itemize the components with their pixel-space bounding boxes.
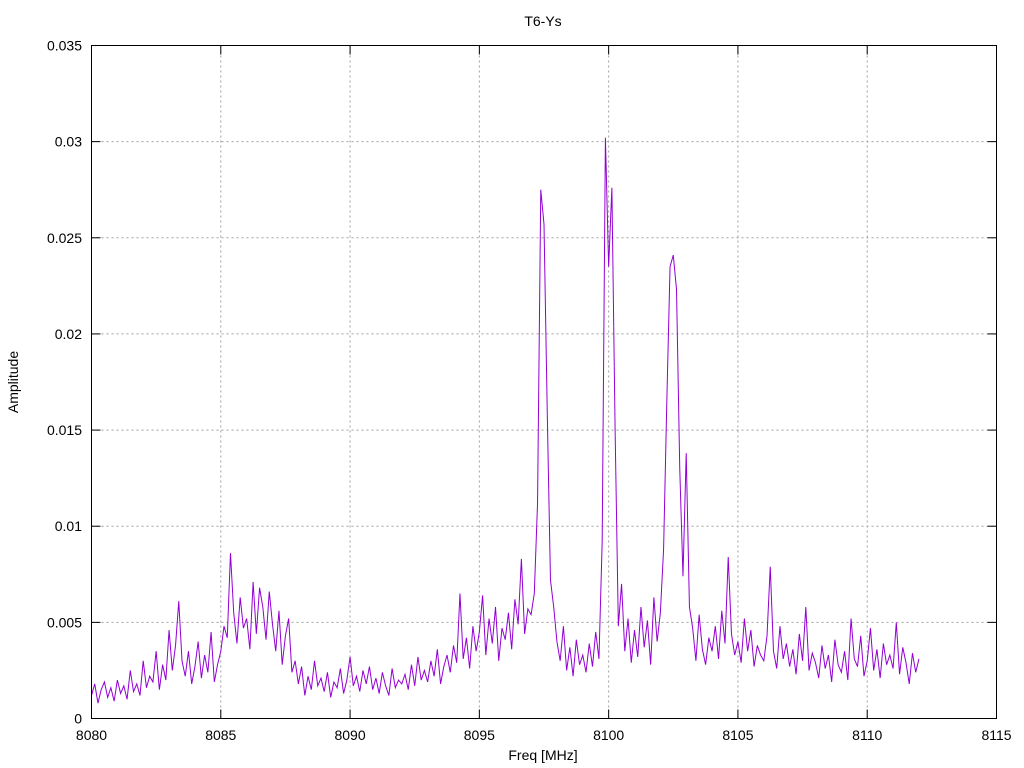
y-tick-label: 0.03 (55, 134, 82, 150)
x-tick-label: 8100 (593, 727, 624, 743)
x-tick-label: 8085 (205, 727, 236, 743)
chart-title: T6-Ys (524, 13, 561, 29)
x-tick-label: 8110 (852, 727, 882, 743)
y-tick-label: 0.025 (47, 230, 82, 246)
x-tick-label: 8095 (464, 727, 495, 743)
y-tick-label: 0.01 (55, 518, 82, 534)
series-line (91, 137, 920, 704)
y-tick-label: 0.035 (47, 38, 82, 54)
x-tick-label: 8115 (981, 727, 1011, 743)
series-group (91, 137, 920, 704)
x-tick-label: 8090 (334, 727, 365, 743)
chart: 8080 8085 8090 8095 8100 8105 8110 8115 0 0.005 0.… (5, 13, 1012, 763)
y-tick-label: 0.015 (47, 422, 82, 438)
x-tick-label: 8080 (76, 727, 107, 743)
y-tick-label: 0 (74, 711, 82, 727)
y-tick-label: 0.005 (47, 614, 82, 630)
x-tick-label: 8105 (722, 727, 753, 743)
y-axis-label: Amplitude (5, 351, 21, 413)
y-tick-label: 0.02 (55, 326, 82, 342)
grid (91, 45, 997, 719)
x-axis-label: Freq [MHz] (508, 747, 577, 763)
plot-frame (91, 45, 997, 719)
